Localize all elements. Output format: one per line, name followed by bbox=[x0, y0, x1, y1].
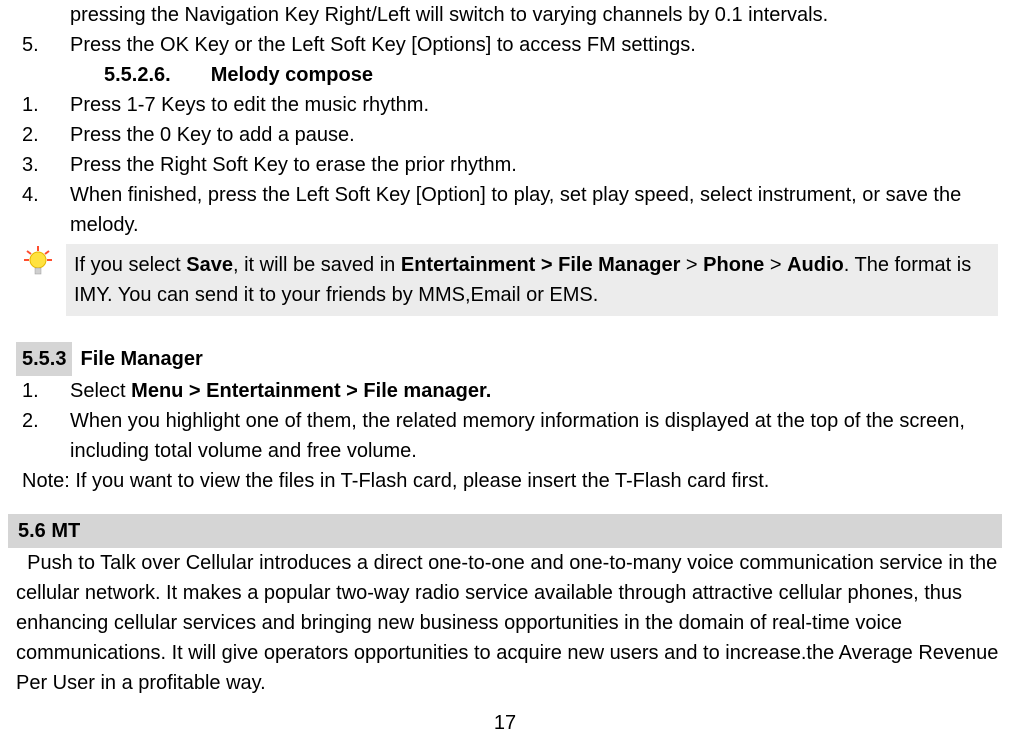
list-item-mc-4: 4. When finished, press the Left Soft Ke… bbox=[8, 180, 1002, 240]
subheading-number: 5.5.2.6. bbox=[104, 60, 171, 90]
list-number: 1. bbox=[22, 90, 70, 120]
list-item-mc-1: 1. Press 1-7 Keys to edit the music rhyt… bbox=[8, 90, 1002, 120]
section-heading-5-5-3: 5.5.3 File Manager bbox=[8, 342, 1002, 376]
list-number: 2. bbox=[22, 120, 70, 150]
section-heading-5-6: 5.6 MT bbox=[8, 514, 1002, 548]
list-number: 4. bbox=[22, 180, 70, 240]
list-text: When you highlight one of them, the rela… bbox=[70, 406, 1002, 466]
tip-callout: If you select Save, it will be saved in … bbox=[8, 244, 1002, 316]
text-bold-menu-path: Menu > Entertainment > File manager. bbox=[131, 380, 491, 402]
list-text: Press the OK Key or the Left Soft Key [O… bbox=[70, 30, 1002, 60]
list-text: When finished, press the Left Soft Key [… bbox=[70, 180, 1002, 240]
note-line: Note: If you want to view the files in T… bbox=[8, 466, 1002, 496]
subheading-title: Melody compose bbox=[211, 60, 373, 90]
list-text: Press the Right Soft Key to erase the pr… bbox=[70, 150, 1002, 180]
section-title: File Manager bbox=[78, 344, 202, 374]
list-item-mc-2: 2. Press the 0 Key to add a pause. bbox=[8, 120, 1002, 150]
lightbulb-icon bbox=[8, 244, 66, 282]
tip-fragment: If you select bbox=[74, 254, 186, 276]
tip-fragment: > bbox=[680, 254, 703, 276]
subheading-melody-compose: 5.5.2.6. Melody compose bbox=[8, 60, 1002, 90]
section-5-6-body: Push to Talk over Cellular introduces a … bbox=[8, 548, 1002, 698]
list-item-mc-3: 3. Press the Right Soft Key to erase the… bbox=[8, 150, 1002, 180]
list-item-fm-2: 2. When you highlight one of them, the r… bbox=[8, 406, 1002, 466]
list-number: 3. bbox=[22, 150, 70, 180]
list-item-fm-1: 1. Select Menu > Entertainment > File ma… bbox=[8, 376, 1002, 406]
tip-bold-save: Save bbox=[186, 254, 233, 276]
list-number: 2. bbox=[22, 406, 70, 466]
tip-fragment: , it will be saved in bbox=[233, 254, 401, 276]
list-text: Select Menu > Entertainment > File manag… bbox=[70, 376, 1002, 406]
intro-line: pressing the Navigation Key Right/Left w… bbox=[8, 0, 1002, 30]
tip-bold-phone: Phone bbox=[703, 254, 764, 276]
tip-bold-path: Entertainment > File Manager bbox=[401, 254, 681, 276]
section-number: 5.5.3 bbox=[16, 342, 72, 376]
list-text: Press 1-7 Keys to edit the music rhythm. bbox=[70, 90, 1002, 120]
tip-fragment: > bbox=[764, 254, 787, 276]
document-page: pressing the Navigation Key Right/Left w… bbox=[0, 0, 1010, 738]
text-fragment: Select bbox=[70, 380, 131, 402]
tip-bold-audio: Audio bbox=[787, 254, 844, 276]
list-item-fm-5: 5. Press the OK Key or the Left Soft Key… bbox=[8, 30, 1002, 60]
list-text: Press the 0 Key to add a pause. bbox=[70, 120, 1002, 150]
list-number: 5. bbox=[22, 30, 70, 60]
page-number: 17 bbox=[8, 708, 1002, 738]
tip-text: If you select Save, it will be saved in … bbox=[66, 244, 998, 316]
list-number: 1. bbox=[22, 376, 70, 406]
